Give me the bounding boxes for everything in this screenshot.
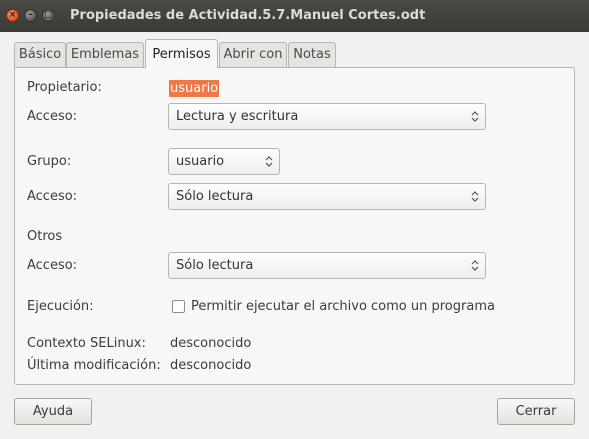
owner-access-label: Acceso: (27, 109, 78, 124)
execution-checkbox[interactable] (172, 300, 185, 313)
owner-label: Propietario: (27, 80, 102, 95)
combo-arrows-icon (471, 110, 479, 123)
combo-arrows-icon (471, 190, 479, 203)
window-close-button[interactable]: × (6, 9, 19, 22)
owner-access-value: Lectura y escritura (176, 109, 299, 124)
tab-abrir-con[interactable]: Abrir con (219, 42, 287, 67)
minimize-icon: – (28, 10, 33, 20)
owner-value[interactable]: usuario (169, 80, 220, 97)
owner-access-combo[interactable]: Lectura y escritura (168, 103, 486, 130)
tab-basico[interactable]: Básico (14, 42, 66, 67)
group-access-label: Acceso: (27, 189, 78, 204)
help-button[interactable]: Ayuda (14, 398, 92, 425)
group-value: usuario (176, 154, 225, 169)
group-access-combo[interactable]: Sólo lectura (168, 183, 486, 210)
window-maximize-button[interactable]: □ (42, 9, 55, 22)
combo-arrows-icon (471, 259, 479, 272)
window-minimize-button[interactable]: – (24, 9, 37, 22)
tab-notas[interactable]: Notas (288, 42, 336, 67)
maximize-icon: □ (44, 10, 53, 20)
selinux-value: desconocido (170, 336, 252, 351)
close-button[interactable]: Cerrar (497, 398, 575, 425)
modified-label: Última modificación: (27, 358, 161, 373)
others-access-combo[interactable]: Sólo lectura (168, 252, 486, 279)
modified-value: desconocido (170, 358, 252, 373)
others-access-value: Sólo lectura (176, 258, 254, 273)
close-icon: × (8, 10, 17, 20)
group-access-value: Sólo lectura (176, 189, 254, 204)
combo-arrows-icon (265, 155, 273, 168)
others-access-label: Acceso: (27, 258, 78, 273)
tab-permisos[interactable]: Permisos (145, 39, 218, 68)
title-bar: × – □ Propiedades de Actividad.5.7.Manue… (0, 0, 589, 32)
others-label: Otros (27, 229, 63, 244)
tab-emblemas[interactable]: Emblemas (66, 42, 144, 67)
execution-checkbox-label[interactable]: Permitir ejecutar el archivo como un pro… (191, 299, 495, 314)
window-title: Propiedades de Actividad.5.7.Manuel Cort… (70, 8, 426, 23)
group-label: Grupo: (27, 154, 72, 169)
selinux-label: Contexto SELinux: (27, 336, 146, 351)
execution-label: Ejecución: (27, 299, 94, 314)
group-combo[interactable]: usuario (168, 148, 280, 175)
